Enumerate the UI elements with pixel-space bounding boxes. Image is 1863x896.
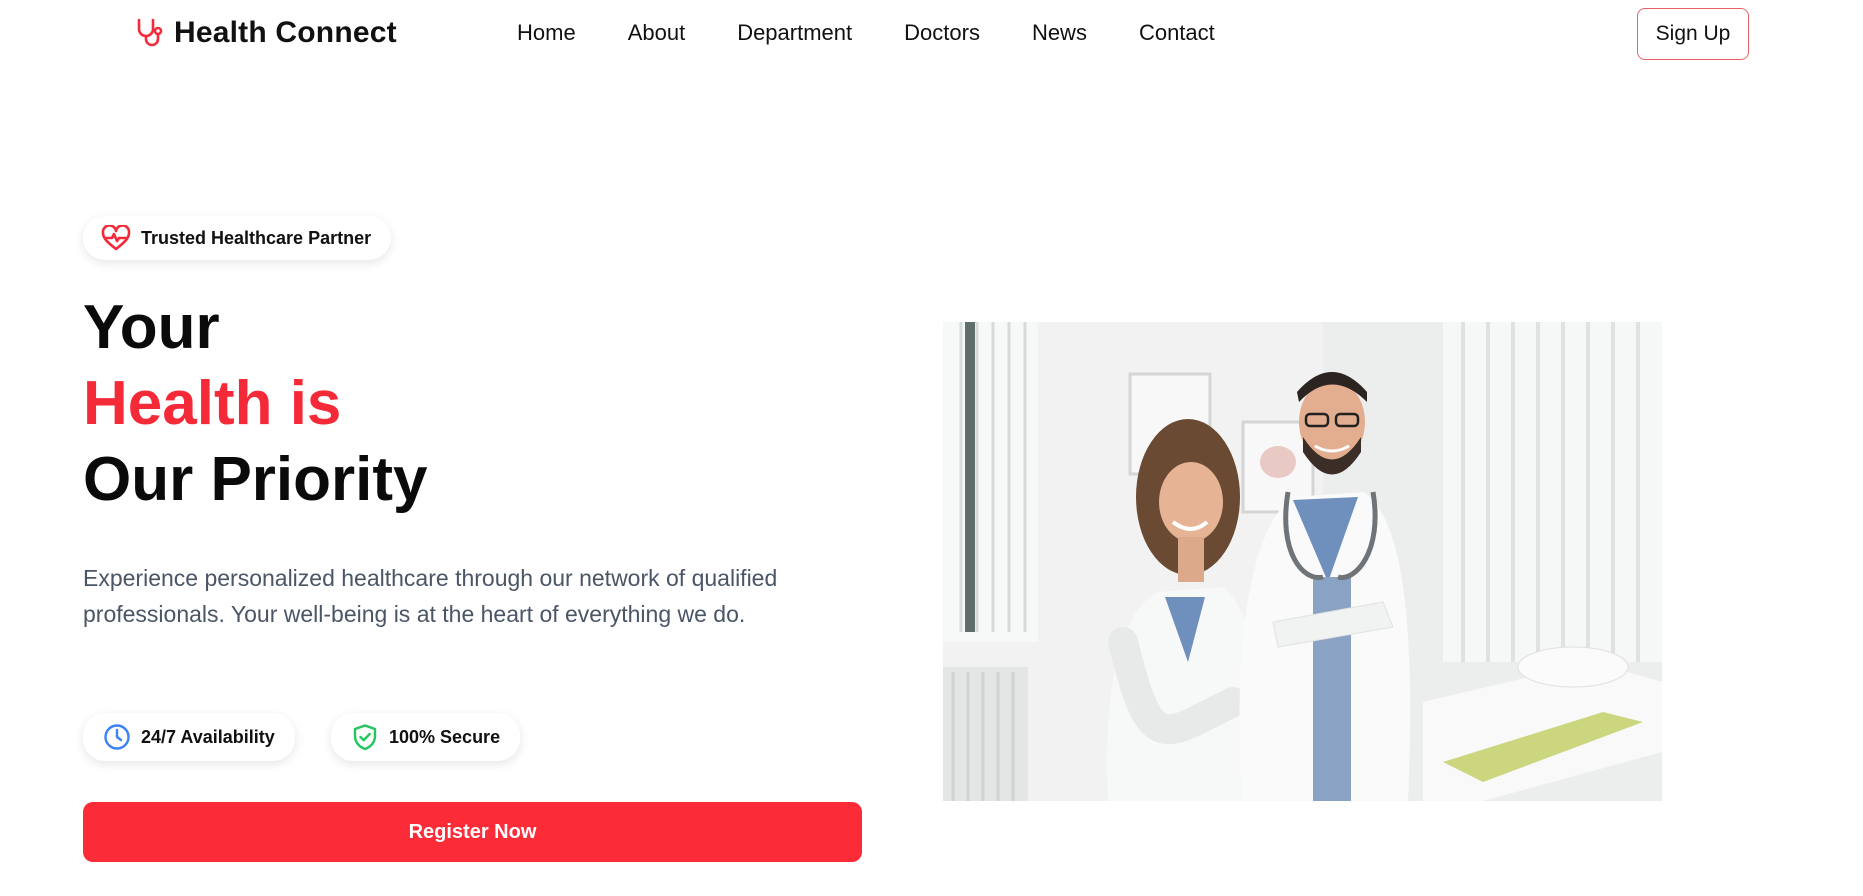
nav-department[interactable]: Department	[737, 20, 852, 46]
hero-description: Experience personalized healthcare throu…	[83, 565, 778, 627]
brand-name: Health Connect	[174, 16, 397, 49]
hero-headline: Your Health is Our Priority	[83, 290, 428, 518]
feature-secure: 100% Secure	[331, 713, 521, 761]
nav-contact[interactable]: Contact	[1139, 20, 1215, 46]
shield-check-icon	[351, 723, 379, 751]
brand-logo[interactable]: Health Connect	[134, 16, 397, 50]
badge-label: Trusted Healthcare Partner	[141, 227, 372, 248]
nav-news[interactable]: News	[1032, 20, 1087, 46]
heart-pulse-icon	[101, 224, 131, 251]
trusted-badge: Trusted Healthcare Partner	[83, 216, 392, 260]
headline-line-1: Your	[83, 293, 220, 362]
feature-label: 24/7 Availability	[141, 726, 275, 747]
nav-home[interactable]: Home	[517, 20, 576, 46]
feature-label: 100% Secure	[389, 726, 501, 747]
nav-doctors[interactable]: Doctors	[904, 20, 980, 46]
register-now-button[interactable]: Register Now	[83, 802, 862, 862]
doctors-hero-image	[943, 322, 1662, 801]
headline-line-3: Our Priority	[83, 445, 428, 514]
feature-availability: 24/7 Availability	[83, 713, 295, 761]
main-menu: Home About Department Doctors News Conta…	[517, 20, 1215, 46]
headline-line-2: Health is	[83, 369, 342, 438]
sign-up-button[interactable]: Sign Up	[1637, 8, 1749, 60]
top-navbar: Health Connect Home About Department Doc…	[0, 0, 1863, 72]
stethoscope-icon	[134, 17, 166, 49]
nav-about[interactable]: About	[628, 20, 686, 46]
clock-icon	[103, 723, 131, 751]
